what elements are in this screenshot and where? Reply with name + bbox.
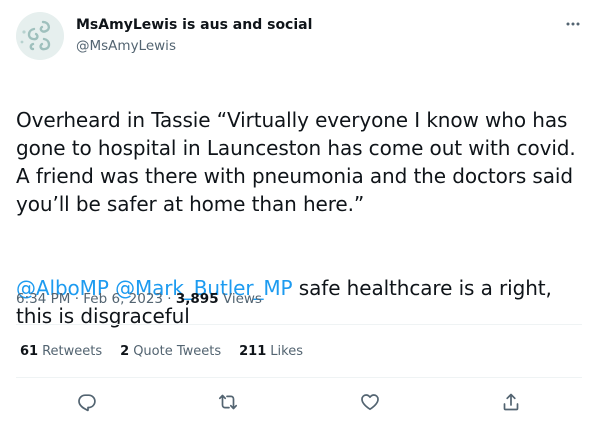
reply-icon <box>78 394 96 412</box>
divider <box>16 324 582 325</box>
share-icon <box>503 393 519 411</box>
spiral-avatar-icon <box>16 12 64 60</box>
quote-tweets-label: Quote Tweets <box>133 344 222 359</box>
heart-icon <box>361 394 379 411</box>
tweet-text: Overheard in Tassie “Virtually everyone … <box>16 78 586 358</box>
retweet-icon <box>218 394 238 410</box>
likes-stat-link[interactable]: 211 Likes <box>239 342 303 362</box>
avatar[interactable] <box>16 12 64 60</box>
views-count: 3,895 <box>175 291 219 307</box>
tweet-card: MsAmyLewis is aus and social @MsAmyLewis… <box>0 0 598 425</box>
quote-tweets-stat-link[interactable]: 2 Quote Tweets <box>120 342 221 362</box>
like-button[interactable] <box>354 386 386 418</box>
quote-tweets-count: 2 <box>120 344 130 359</box>
tweet-actions-bar <box>16 386 582 418</box>
tweet-paragraph-1: Overheard in Tassie “Virtually everyone … <box>16 108 576 216</box>
tweet-stats: 61 Retweets 2 Quote Tweets 211 Likes <box>20 342 321 362</box>
retweets-count: 61 <box>20 344 39 359</box>
more-options-button[interactable] <box>556 10 590 38</box>
meta-separator: · <box>70 291 84 307</box>
retweet-button[interactable] <box>212 386 244 418</box>
likes-label: Likes <box>270 344 303 359</box>
meta-separator: · <box>163 291 176 307</box>
reply-button[interactable] <box>71 386 103 418</box>
more-dots-icon <box>566 22 580 26</box>
likes-count: 211 <box>239 344 267 359</box>
tweet-meta: 6:34 PM · Feb 6, 2023 · 3,895 Views <box>16 289 262 309</box>
retweets-label: Retweets <box>42 344 103 359</box>
author-handle[interactable]: @MsAmyLewis <box>76 37 176 55</box>
share-button[interactable] <box>495 386 527 418</box>
author-display-name[interactable]: MsAmyLewis is aus and social <box>76 16 312 34</box>
views-label: Views <box>218 291 262 307</box>
retweets-stat-link[interactable]: 61 Retweets <box>20 342 102 362</box>
divider <box>16 377 582 378</box>
tweet-time[interactable]: 6:34 PM <box>16 291 70 307</box>
tweet-date[interactable]: Feb 6, 2023 <box>83 291 163 307</box>
